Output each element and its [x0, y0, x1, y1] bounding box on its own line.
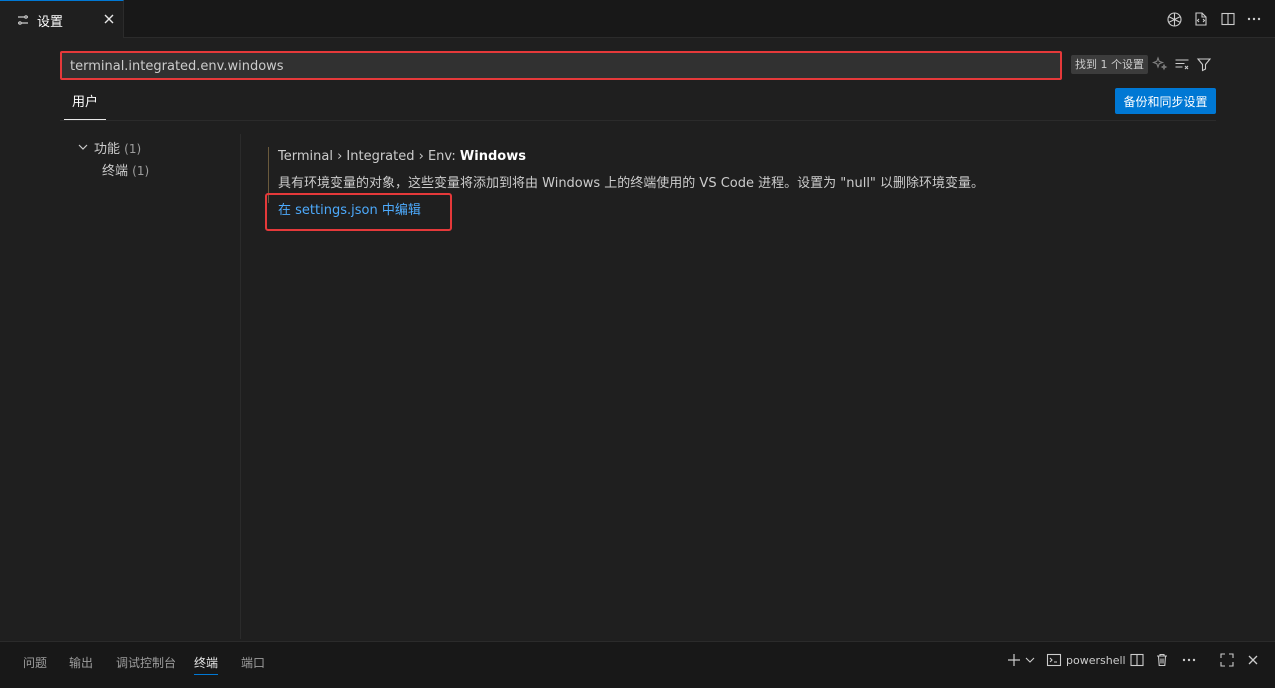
panel-tab-debug-console[interactable]: 调试控制台 [116, 654, 176, 671]
setting-title: Terminal › Integrated › Env: Windows [278, 149, 526, 164]
settings-editor-tab[interactable]: 设置 [0, 0, 124, 38]
toc-group-count: (1) [124, 142, 142, 156]
new-terminal-icon[interactable] [1006, 652, 1022, 668]
open-settings-json-icon[interactable] [1193, 11, 1209, 27]
toc-group-name: 功能 [94, 142, 121, 157]
setting-description: 具有环境变量的对象，这些变量将添加到将由 Windows 上的终端使用的 VS … [278, 176, 985, 191]
more-actions-icon[interactable] [1246, 11, 1262, 27]
ai-sparkle-icon[interactable] [1152, 56, 1168, 72]
more-actions-icon[interactable] [1181, 652, 1197, 668]
settings-search-box [60, 51, 1062, 80]
bottom-panel: 问题 输出 调试控制台 终端 端口 powershell [0, 641, 1275, 688]
trash-icon[interactable] [1154, 652, 1170, 668]
clear-filter-icon[interactable] [1174, 56, 1190, 72]
settings-search-input[interactable] [70, 55, 1050, 77]
toc-item-name: 终端 [102, 164, 129, 179]
setting-breadcrumb: Terminal › Integrated › Env: [278, 149, 460, 164]
split-terminal-icon[interactable] [1129, 652, 1145, 668]
chevron-down-icon [76, 140, 90, 154]
maximize-panel-icon[interactable] [1219, 652, 1235, 668]
panel-tab-terminal[interactable]: 终端 [194, 654, 219, 675]
panel-tab-output[interactable]: 输出 [69, 654, 93, 671]
toc-splitter[interactable] [240, 134, 241, 639]
edit-in-settings-json-link[interactable]: 在 settings.json 中编辑 [278, 199, 421, 218]
terminal-icon [1046, 652, 1062, 668]
settings-sliders-icon [16, 13, 30, 27]
copilot-icon[interactable] [1166, 11, 1183, 28]
header-divider [60, 120, 1216, 121]
close-panel-icon[interactable] [1245, 652, 1261, 668]
toc-item-count: (1) [132, 164, 150, 178]
split-editor-icon[interactable] [1220, 11, 1236, 27]
backup-and-sync-button[interactable]: 备份和同步设置 [1115, 88, 1216, 114]
terminal-instance-name[interactable]: powershell [1066, 654, 1126, 667]
setting-name: Windows [459, 149, 526, 164]
settings-tab-label: 设置 [37, 15, 64, 30]
chevron-down-icon[interactable] [1024, 652, 1036, 668]
user-scope-tab[interactable]: 用户 [64, 92, 106, 120]
editor-tab-bar: 设置 [0, 0, 1275, 38]
filter-icon[interactable] [1196, 56, 1212, 72]
toc-group-label: 功能 (1) [94, 138, 141, 157]
toc-item-terminal[interactable]: 终端 (1) [102, 160, 149, 179]
search-result-count-badge: 找到 1 个设置 [1071, 55, 1148, 74]
panel-tab-ports[interactable]: 端口 [241, 654, 265, 671]
close-icon[interactable] [100, 10, 118, 28]
panel-tab-problems[interactable]: 问题 [23, 654, 47, 671]
